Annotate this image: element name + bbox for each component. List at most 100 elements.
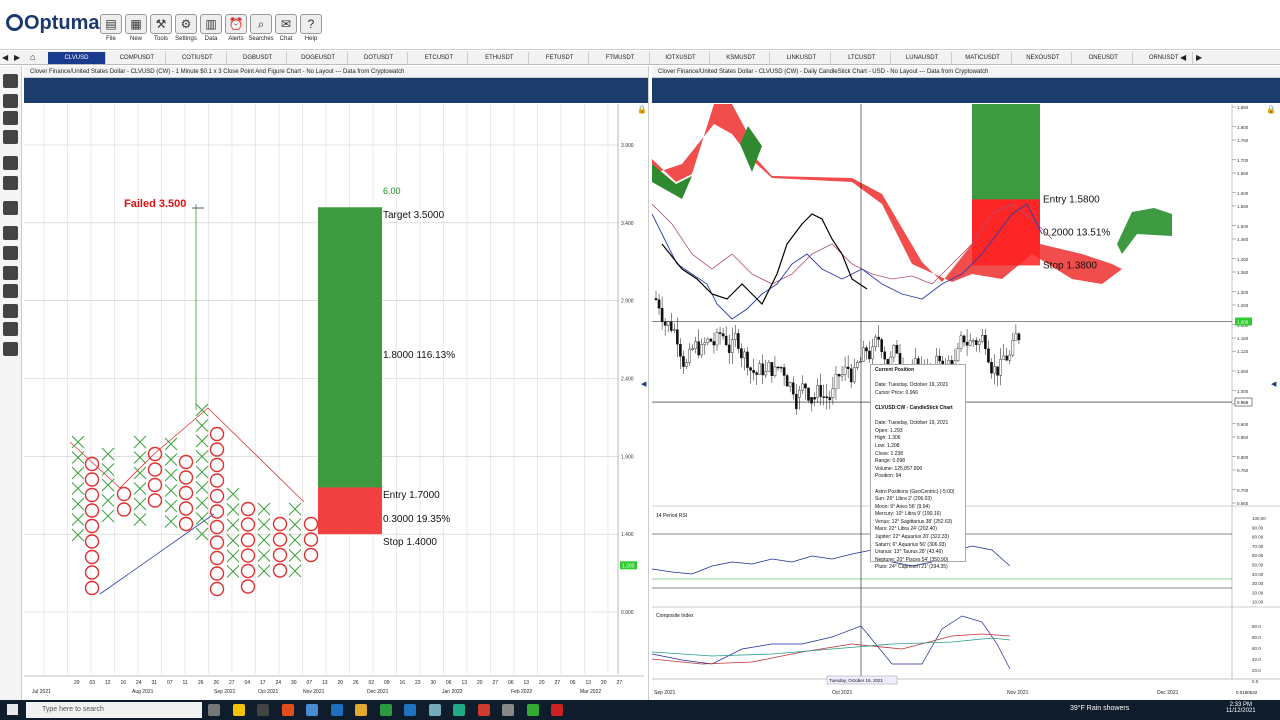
- alerts-button[interactable]: ⏰ Alerts: [222, 14, 250, 48]
- forward-arrow-icon[interactable]: ▶: [14, 53, 20, 62]
- y-tick-label: 0.700: [1237, 488, 1249, 493]
- taskbar-app-icon[interactable]: [355, 704, 367, 716]
- tab-ksmusdt[interactable]: KSMUSDT: [712, 52, 771, 64]
- settings-button[interactable]: ⚙ Settings: [172, 14, 200, 48]
- pf-chart-svg[interactable]: 3.900 3.400 2.900 2.400 1.900 1.400 0.900 1.200…: [24, 104, 650, 700]
- open-icon[interactable]: [3, 94, 18, 108]
- taskbar-app-icon[interactable]: [257, 704, 269, 716]
- tooltip-line: Date: Tuesday, October 19, 2021: [875, 382, 949, 389]
- tab-compusdt[interactable]: COMPUSDT: [108, 52, 167, 64]
- zoom-icon[interactable]: [3, 284, 18, 298]
- candle-body: [978, 341, 981, 345]
- collapse-arrow-icon[interactable]: ◀: [1271, 381, 1277, 388]
- pencil-icon[interactable]: [3, 201, 18, 215]
- tab-scroll-right-icon[interactable]: ▶: [1196, 53, 1202, 62]
- tab-ethusdt[interactable]: ETHUSDT: [471, 52, 529, 64]
- x-day-label: 02: [369, 680, 375, 686]
- y-tick-label: 0.760: [1237, 468, 1249, 473]
- lock-scale-icon[interactable]: 🔒: [1266, 105, 1276, 114]
- taskbar-app-icon[interactable]: [502, 704, 514, 716]
- taskbar-app-icon[interactable]: [281, 704, 294, 716]
- help-button[interactable]: ? Help: [297, 14, 325, 48]
- taskbar-app-icon[interactable]: [453, 704, 465, 716]
- tab-cotiusdt[interactable]: COTIUSDT: [169, 52, 227, 64]
- taskbar-app-icon[interactable]: [526, 704, 539, 716]
- taskbar-app-icon[interactable]: [379, 704, 392, 716]
- stop-label: Stop 1.3800: [1043, 260, 1097, 271]
- lock-icon[interactable]: [3, 246, 18, 260]
- candle-body: [688, 348, 691, 363]
- tab-oneusdt[interactable]: ONEUSDT: [1075, 52, 1133, 64]
- x-day-label: 24: [136, 680, 142, 686]
- back-arrow-icon[interactable]: ◀: [2, 53, 8, 62]
- taskbar-app-icon[interactable]: [232, 704, 245, 716]
- document-icon[interactable]: [3, 322, 18, 336]
- right-navigator-strip[interactable]: [652, 78, 1280, 103]
- tab-dogeusdt[interactable]: DOGEUSDT: [290, 52, 348, 64]
- tab-ftmusdt[interactable]: FTMUSDT: [592, 52, 650, 64]
- tab-dgbusdt[interactable]: DGBUSDT: [229, 52, 288, 64]
- taskbar-app-icon[interactable]: [330, 704, 343, 716]
- candle-body: [779, 366, 783, 369]
- tab-scroll-left-icon[interactable]: ◀: [1180, 53, 1186, 62]
- data-button[interactable]: ▥ Data: [197, 14, 225, 48]
- taskbar-app-icon[interactable]: [306, 704, 318, 716]
- candle-body: [682, 356, 685, 367]
- pf-o-mark: [147, 493, 163, 508]
- home-icon[interactable]: ⌂: [30, 52, 35, 62]
- list-icon[interactable]: [3, 304, 18, 318]
- y-tick-label: 1.000: [1237, 389, 1249, 394]
- weather-text: 39°F Rain showers: [1070, 705, 1130, 712]
- x-day-label: 27: [555, 680, 561, 686]
- tab-maticusdt[interactable]: MATICUSDT: [954, 52, 1012, 64]
- tab-iotxusdt[interactable]: IOTXUSDT: [652, 52, 710, 64]
- composite-tick-label: 20.0: [1252, 668, 1261, 673]
- crosshair-icon[interactable]: [3, 226, 18, 240]
- candle-body: [968, 340, 972, 346]
- grid-icon[interactable]: [3, 266, 18, 280]
- tab-nexousdt[interactable]: NEXOUSDT: [1014, 52, 1073, 64]
- tab-linkusdt[interactable]: LINKUSDT: [773, 52, 831, 64]
- candle-body: [938, 355, 941, 362]
- help-icon: ?: [300, 14, 322, 34]
- pf-o-mark: [84, 503, 100, 518]
- clipboard-icon[interactable]: [3, 342, 18, 356]
- new-button[interactable]: ▦ New: [122, 14, 150, 48]
- taskbar-app-icon[interactable]: [477, 704, 490, 716]
- candle-body: [959, 335, 963, 349]
- taskbar-app-icon[interactable]: [208, 704, 220, 716]
- page-icon[interactable]: [3, 74, 18, 88]
- tab-etcusdt[interactable]: ETCUSDT: [410, 52, 469, 64]
- tooltip-line: Moon: 9° Aries 56' (9.94): [875, 503, 930, 510]
- pf-o-mark: [272, 547, 288, 563]
- chikou-line: [661, 213, 868, 306]
- taskbar-search-input[interactable]: Type here to search: [26, 702, 202, 718]
- save-icon[interactable]: [3, 111, 18, 125]
- tab-ltcusdt[interactable]: LTCUSDT: [833, 52, 892, 64]
- left-chart-title: Clover Finance/United States Dollar - CL…: [24, 66, 648, 78]
- tab-dotusdt[interactable]: DOTUSDT: [350, 52, 408, 64]
- candle-body: [877, 336, 880, 340]
- tools-button[interactable]: ⚒ Tools: [147, 14, 175, 48]
- undo-icon[interactable]: [3, 156, 18, 170]
- x-day-label: 09: [384, 680, 390, 686]
- print-icon[interactable]: [3, 130, 18, 144]
- windows-start-icon[interactable]: [7, 704, 18, 715]
- taskbar-app-icon[interactable]: [551, 704, 563, 716]
- collapse-arrow-icon[interactable]: ◀: [641, 381, 647, 388]
- candle-body: [773, 366, 777, 376]
- tab-fetusdt[interactable]: FETUSDT: [531, 52, 590, 64]
- left-navigator-strip[interactable]: [24, 78, 648, 103]
- candle-chart-svg[interactable]: 1.860 1.800 1.760 1.700 1.660 1.600 1.560 1.500…: [652, 104, 1280, 700]
- taskbar-app-icon[interactable]: [404, 704, 416, 716]
- taskbar-app-icon[interactable]: [428, 704, 441, 716]
- pf-o-mark: [272, 563, 288, 578]
- searches-button[interactable]: ⌕ Searches: [247, 14, 275, 48]
- tab-clvusd[interactable]: CLVUSD: [48, 52, 106, 64]
- pf-o-mark: [272, 532, 288, 547]
- lock-scale-icon[interactable]: 🔒: [637, 105, 647, 114]
- tab-lunausdt[interactable]: LUNAUSDT: [894, 52, 952, 64]
- redo-icon[interactable]: [3, 176, 18, 190]
- file-button[interactable]: ▤ File: [97, 14, 125, 48]
- chat-button[interactable]: ✉ Chat: [272, 14, 300, 48]
